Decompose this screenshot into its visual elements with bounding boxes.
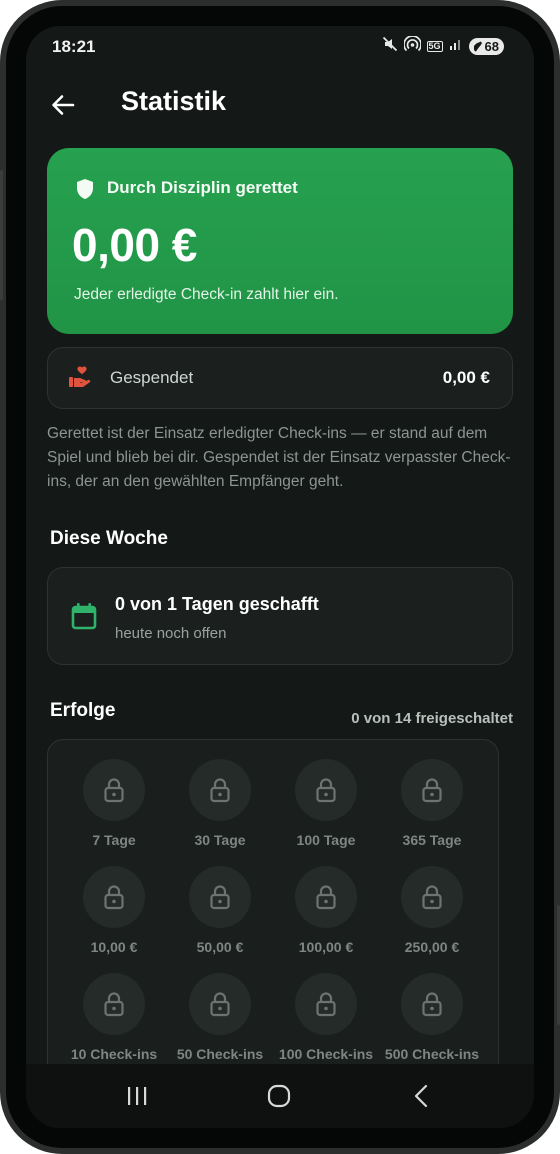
achievement-label: 7 Tage	[92, 832, 136, 848]
screen: 18:21 5G 68 Statistik Durch Disziplin ge…	[26, 26, 534, 1128]
navigation-bar	[26, 1064, 534, 1128]
recents-button[interactable]	[117, 1078, 157, 1114]
saved-subtitle: Jeder erledigte Check-in zahlt hier ein.	[74, 286, 339, 303]
lock-icon	[295, 973, 357, 1035]
achievement-badge[interactable]: 10 Check-ins	[61, 973, 167, 1063]
system-back-button[interactable]	[401, 1078, 441, 1114]
achievement-label: 100 Tage	[296, 832, 356, 848]
back-button[interactable]	[48, 90, 78, 120]
hotspot-icon	[402, 34, 422, 57]
achievement-label: 30 Tage	[194, 832, 246, 848]
week-status: heute noch offen	[115, 625, 227, 642]
lock-icon	[83, 973, 145, 1035]
achievement-badge[interactable]: 100 Check-ins	[273, 973, 379, 1063]
battery-level: 68	[484, 38, 499, 54]
status-icons: 5G 68	[382, 34, 504, 57]
achievement-badge[interactable]: 50 Check-ins	[167, 973, 273, 1063]
achievement-label: 100 Check-ins	[278, 1046, 374, 1062]
lock-icon	[401, 759, 463, 821]
achievements-section-title: Erfolge	[50, 700, 116, 721]
lock-icon	[189, 759, 251, 821]
achievement-label: 100,00 €	[298, 939, 354, 955]
achievement-label: 500 Check-ins	[384, 1046, 480, 1062]
saved-card: Durch Disziplin gerettet 0,00 € Jeder er…	[47, 148, 513, 334]
network-badge: 5G	[426, 40, 443, 52]
week-card: 0 von 1 Tagen geschafft heute noch offen	[47, 567, 513, 665]
donated-label: Gespendet	[110, 368, 194, 387]
donated-row[interactable]: Gespendet 0,00 €	[47, 347, 513, 409]
saved-amount: 0,00 €	[72, 219, 197, 271]
lock-icon	[83, 866, 145, 928]
volume-button	[0, 170, 3, 300]
donated-value: 0,00 €	[442, 368, 490, 387]
achievement-label: 50,00 €	[196, 939, 244, 955]
lock-icon	[401, 973, 463, 1035]
status-bar: 18:21 5G 68	[26, 26, 534, 68]
page-title: Statistik	[121, 86, 227, 116]
lock-icon	[295, 866, 357, 928]
lock-icon	[401, 866, 463, 928]
lock-icon	[189, 866, 251, 928]
recents-icon	[128, 1087, 147, 1105]
shield-icon	[75, 178, 95, 205]
home-icon	[267, 1084, 291, 1108]
calendar-icon	[71, 602, 97, 635]
achievement-badge[interactable]: 100,00 €	[273, 866, 379, 956]
lock-icon	[83, 759, 145, 821]
achievement-badge[interactable]: 500 Check-ins	[379, 973, 485, 1063]
lock-icon	[295, 759, 357, 821]
achievement-label: 10,00 €	[90, 939, 138, 955]
mute-icon	[382, 36, 398, 57]
explanation-text: Gerettet ist der Einsatz erledigter Chec…	[47, 425, 511, 490]
achievement-label: 250,00 €	[404, 939, 460, 955]
achievement-label: 10 Check-ins	[70, 1046, 158, 1062]
achievement-badge[interactable]: 365 Tage	[379, 759, 485, 849]
achievement-label: 50 Check-ins	[176, 1046, 264, 1062]
home-button[interactable]	[259, 1078, 299, 1114]
signal-icon	[449, 37, 463, 56]
donate-hand-icon	[68, 365, 94, 394]
status-time: 18:21	[52, 37, 96, 56]
saved-label: Durch Disziplin gerettet	[107, 178, 298, 197]
achievements-count: 0 von 14 freigeschaltet	[351, 710, 513, 727]
achievement-badge[interactable]: 10,00 €	[61, 866, 167, 956]
lock-icon	[189, 973, 251, 1035]
achievement-badge[interactable]: 30 Tage	[167, 759, 273, 849]
phone-frame: 18:21 5G 68 Statistik Durch Disziplin ge…	[0, 0, 560, 1154]
achievement-badge[interactable]: 100 Tage	[273, 759, 379, 849]
achievement-badge[interactable]: 250,00 €	[379, 866, 485, 956]
arrow-left-icon	[52, 95, 75, 115]
week-progress: 0 von 1 Tagen geschafft	[115, 594, 319, 614]
back-nav-icon	[414, 1084, 428, 1108]
achievement-badge[interactable]: 7 Tage	[61, 759, 167, 849]
app-header: Statistik	[26, 82, 534, 130]
achievement-badge[interactable]: 50,00 €	[167, 866, 273, 956]
week-section-title: Diese Woche	[50, 528, 168, 549]
achievement-label: 365 Tage	[402, 832, 462, 848]
battery-icon: 68	[468, 37, 504, 55]
